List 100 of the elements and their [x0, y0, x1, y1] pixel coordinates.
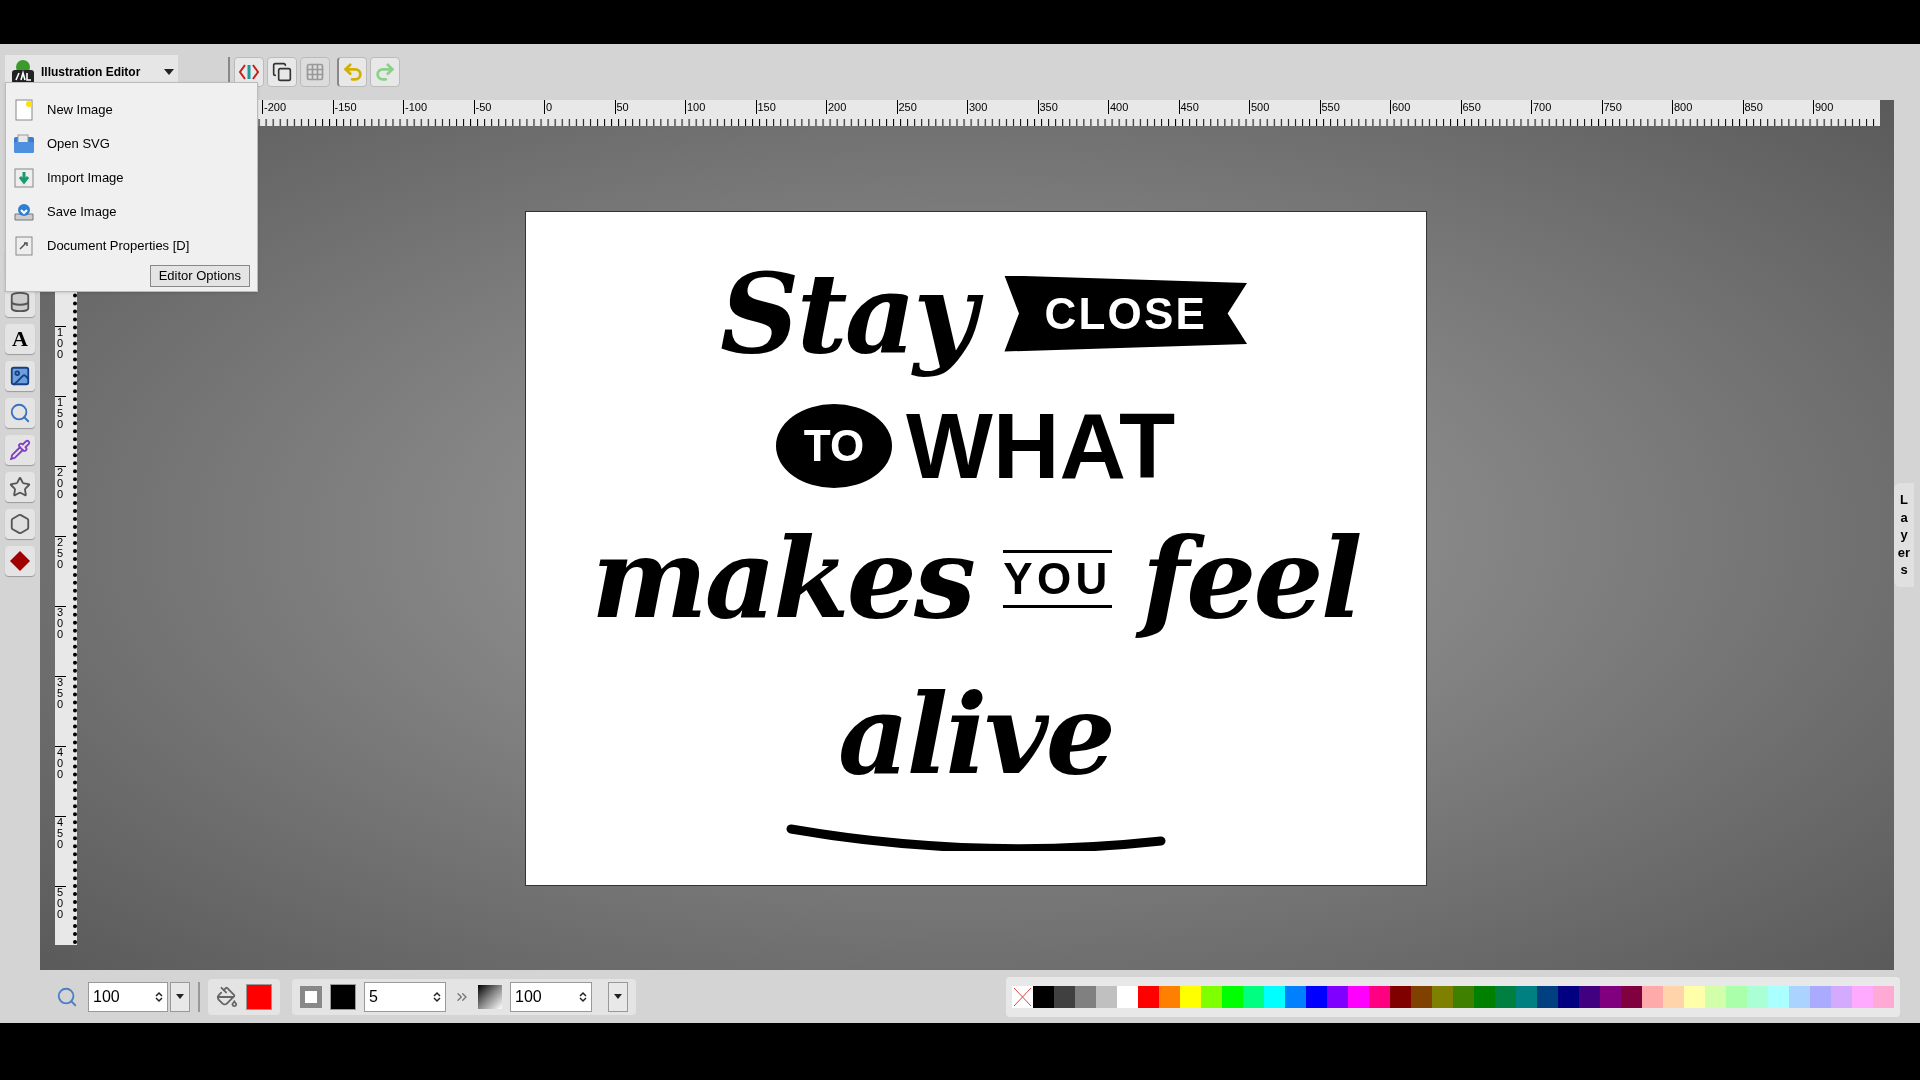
color-swatch[interactable] [1642, 985, 1663, 1008]
ruler-label: 350 [1037, 100, 1108, 114]
fill-swatch[interactable] [246, 983, 272, 1010]
color-swatch[interactable] [1810, 985, 1831, 1008]
stroke-width-field[interactable]: 5 [364, 981, 446, 1012]
color-swatch[interactable] [1516, 985, 1537, 1008]
zoom-dropdown-button[interactable] [170, 981, 190, 1012]
color-swatch[interactable] [1348, 985, 1369, 1008]
tool-button[interactable] [5, 546, 35, 576]
color-swatch[interactable] [1789, 985, 1810, 1008]
ruler-label: 100 [55, 326, 66, 396]
color-swatch[interactable] [1411, 985, 1432, 1008]
ruler-label: -150 [332, 100, 403, 114]
color-swatch[interactable] [1600, 985, 1621, 1008]
blank-page-icon [15, 99, 33, 121]
color-swatch[interactable] [1474, 985, 1495, 1008]
tool-button[interactable] [5, 361, 35, 391]
color-swatch[interactable] [1432, 985, 1453, 1008]
menu-item[interactable]: Import Image [13, 161, 250, 195]
opacity-field[interactable]: 100 [510, 981, 592, 1012]
color-swatch[interactable] [1117, 985, 1138, 1008]
ruler-label: 400 [1108, 100, 1179, 114]
color-swatch[interactable] [1726, 985, 1747, 1008]
script-lettering: feel [1125, 510, 1376, 648]
oval-badge-lettering: TO [775, 404, 893, 489]
color-swatch[interactable] [1306, 985, 1327, 1008]
color-swatch[interactable] [1831, 985, 1852, 1008]
color-swatch[interactable] [1201, 985, 1222, 1008]
menu-item[interactable]: Save Image [13, 195, 250, 229]
color-swatch[interactable] [1075, 985, 1096, 1008]
color-swatch[interactable] [1768, 985, 1789, 1008]
clone-button[interactable] [267, 57, 297, 87]
tool-button[interactable] [5, 472, 35, 502]
color-swatch[interactable] [1243, 985, 1264, 1008]
caret-icon [176, 994, 184, 999]
color-swatch[interactable] [1222, 985, 1243, 1008]
ruler-label: 50 [614, 100, 685, 114]
ruler-label: 300 [55, 606, 66, 676]
color-swatch[interactable] [1684, 985, 1705, 1008]
color-swatch[interactable] [1390, 985, 1411, 1008]
color-swatch[interactable] [1663, 985, 1684, 1008]
no-color-swatch[interactable] [1012, 985, 1033, 1008]
opacity-gradient-icon [478, 984, 502, 1009]
layers-tab[interactable]: Layers [1894, 483, 1914, 587]
color-swatch[interactable] [1138, 985, 1159, 1008]
tool-button[interactable] [5, 435, 35, 465]
ruler-label: 250 [55, 536, 66, 606]
paint-bucket-icon [216, 985, 238, 1008]
ruler-label: 350 [55, 676, 66, 746]
color-swatch[interactable] [1159, 985, 1180, 1008]
script-lettering: alive [837, 668, 1114, 801]
ruler-label: 900 [1813, 100, 1884, 114]
stroke-swatch[interactable] [330, 983, 356, 1010]
tool-button[interactable]: A [5, 324, 35, 354]
ruler-label: 200 [55, 466, 66, 536]
zoom-field[interactable]: 100 [88, 981, 168, 1012]
color-swatch[interactable] [1558, 985, 1579, 1008]
ruler-label: 500 [1249, 100, 1320, 114]
zoom-tool-icon [9, 402, 31, 424]
color-swatch[interactable] [1495, 985, 1516, 1008]
color-swatch[interactable] [1285, 985, 1306, 1008]
color-swatch[interactable] [1054, 985, 1075, 1008]
color-swatch[interactable] [1327, 985, 1348, 1008]
tool-button[interactable] [5, 398, 35, 428]
hexagon-tool-icon [9, 513, 31, 535]
script-lettering: Stay [704, 244, 991, 383]
save-tray-icon [13, 202, 35, 222]
color-swatch[interactable] [1453, 985, 1474, 1008]
color-swatch[interactable] [1264, 985, 1285, 1008]
tool-button[interactable] [5, 509, 35, 539]
color-swatch[interactable] [1033, 985, 1054, 1008]
color-swatch[interactable] [1180, 985, 1201, 1008]
color-swatch[interactable] [1621, 985, 1642, 1008]
opacity-dropdown-button[interactable] [608, 981, 628, 1012]
ruler-label: 550 [1319, 100, 1390, 114]
menu-item[interactable]: Document Properties [D] [13, 229, 250, 263]
diamond-tool-icon [9, 550, 31, 572]
color-swatch[interactable] [1705, 985, 1726, 1008]
color-swatch[interactable] [1096, 985, 1117, 1008]
color-swatch[interactable] [1579, 985, 1600, 1008]
ruler-label: 0 [544, 100, 615, 114]
undo-button[interactable] [337, 57, 367, 87]
redo-icon [374, 61, 396, 83]
star-tool-icon [9, 476, 31, 498]
document-icon [15, 236, 33, 256]
ruler-label: 800 [1672, 100, 1743, 114]
cylinder-tool-icon [9, 291, 31, 313]
ruler-label: 450 [55, 816, 66, 886]
menu-item[interactable]: Open SVG [13, 127, 250, 161]
color-swatch[interactable] [1747, 985, 1768, 1008]
color-swatch[interactable] [1852, 985, 1873, 1008]
color-swatch[interactable] [1537, 985, 1558, 1008]
editor-options-button[interactable]: Editor Options [149, 265, 250, 287]
overlapping-shapes-icon [272, 62, 292, 82]
ruler-label: 200 [826, 100, 897, 114]
menu-item[interactable]: New Image [13, 93, 250, 127]
ruler-label: 100 [685, 100, 756, 114]
color-swatch[interactable] [1369, 985, 1390, 1008]
banner-lettering: CLOSE [1004, 275, 1247, 352]
color-swatch[interactable] [1873, 985, 1894, 1008]
